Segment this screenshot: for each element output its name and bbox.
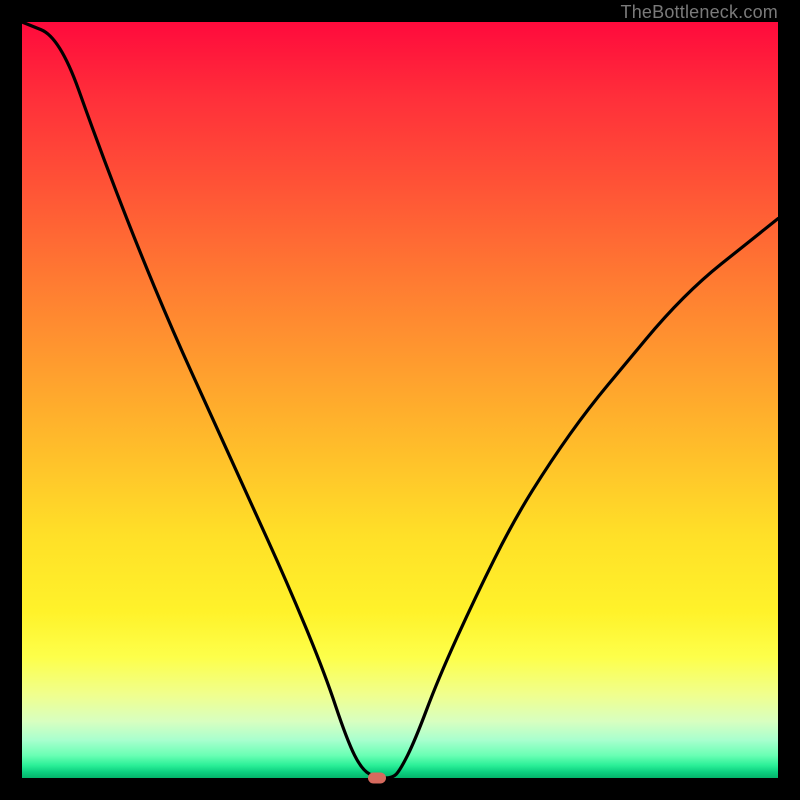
watermark-text: TheBottleneck.com [621,2,778,23]
plot-area [22,22,778,778]
bottleneck-curve [22,22,778,778]
minimum-marker [368,773,386,784]
chart-container: TheBottleneck.com [0,0,800,800]
